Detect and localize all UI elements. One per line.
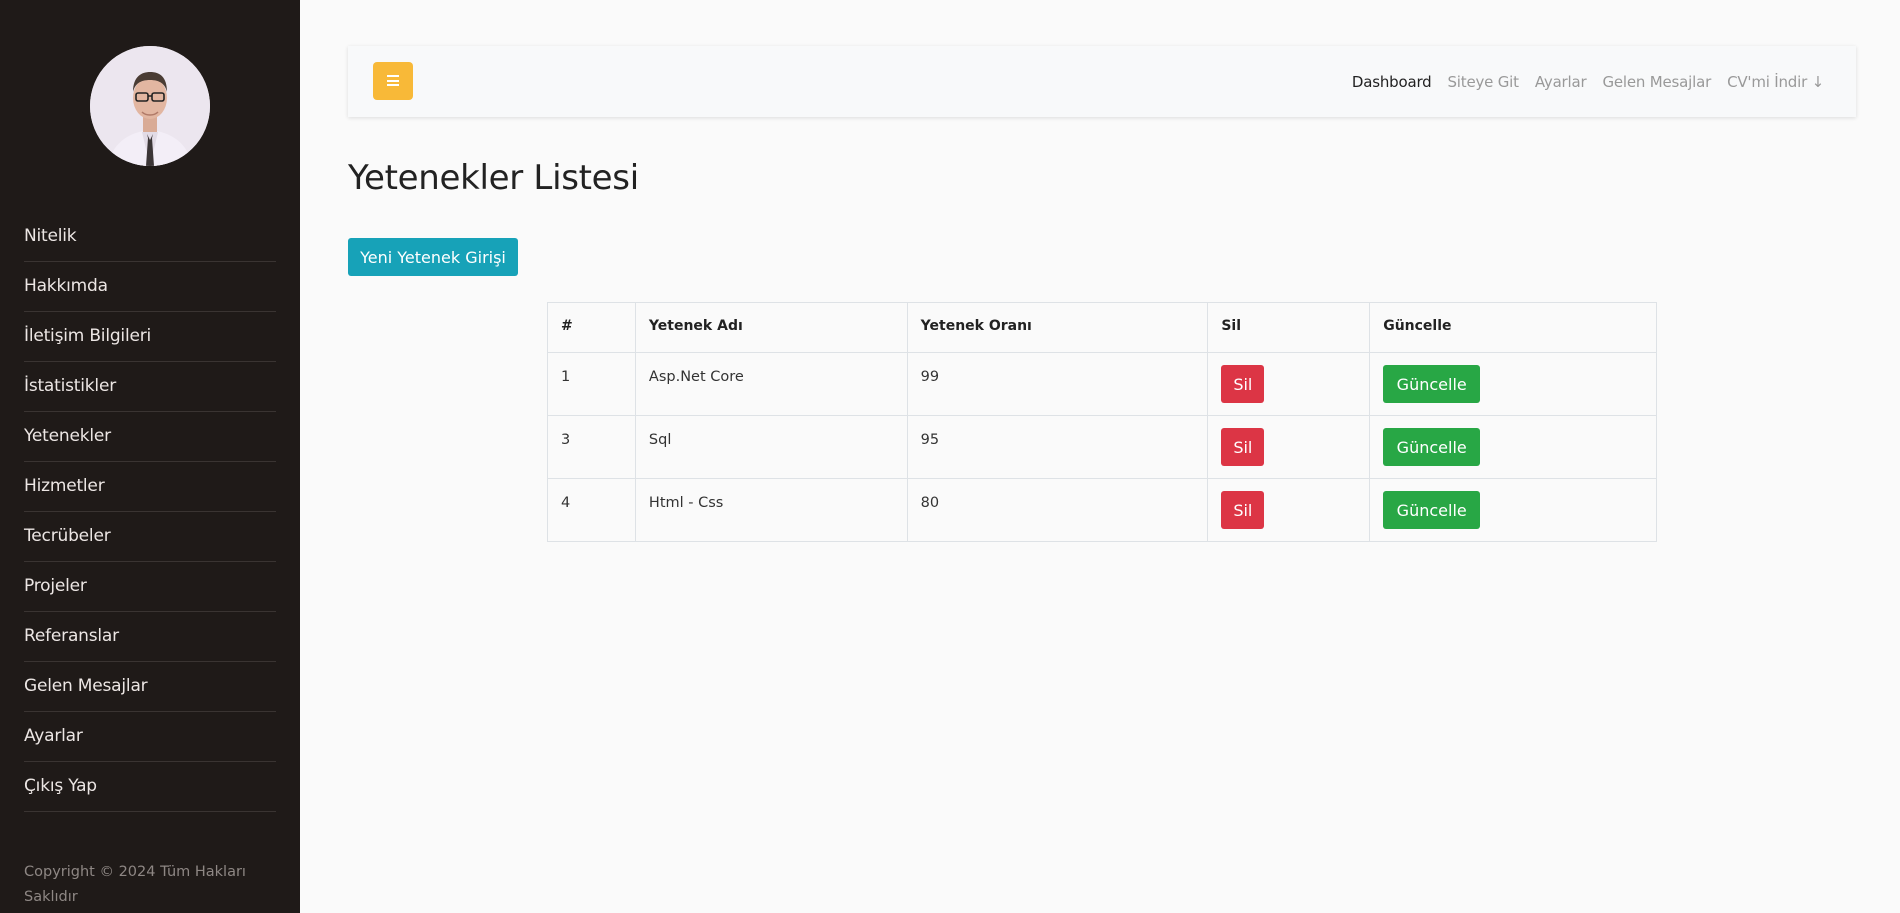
- sidebar-item-referanslar[interactable]: Referanslar: [24, 612, 276, 662]
- column-header-id: #: [547, 302, 636, 353]
- table-header-row: # Yetenek Adı Yetenek Oranı Sil Güncelle: [547, 302, 1657, 353]
- update-button[interactable]: Güncelle: [1383, 428, 1481, 466]
- cell-update: Güncelle: [1369, 415, 1657, 479]
- copyright-text: Copyright © 2024 Tüm Hakları Saklıdır: [24, 864, 246, 905]
- cell-update: Güncelle: [1369, 352, 1657, 416]
- delete-button[interactable]: Sil: [1221, 365, 1265, 403]
- sidebar-item-tecrubeler[interactable]: Tecrübeler: [24, 512, 276, 562]
- skills-table: # Yetenek Adı Yetenek Oranı Sil Güncelle…: [547, 302, 1657, 542]
- cell-id: 1: [547, 352, 636, 416]
- top-link-siteye-git[interactable]: Siteye Git: [1447, 73, 1519, 91]
- hamburger-icon: [387, 75, 399, 87]
- cell-skill-name: Sql: [634, 415, 908, 479]
- sidebar-item-yetenekler[interactable]: Yetenekler: [24, 412, 276, 462]
- sidebar: Nitelik Hakkımda İletişim Bilgileri İsta…: [0, 0, 300, 913]
- sidebar-toggle-button[interactable]: [373, 62, 413, 100]
- sidebar-item-nitelik[interactable]: Nitelik: [24, 212, 276, 262]
- delete-button[interactable]: Sil: [1221, 428, 1265, 466]
- cell-delete: Sil: [1207, 478, 1371, 542]
- top-link-ayarlar[interactable]: Ayarlar: [1535, 73, 1587, 91]
- cell-id: 4: [547, 478, 636, 542]
- delete-button[interactable]: Sil: [1221, 491, 1265, 529]
- cell-skill-rate: 99: [906, 352, 1209, 416]
- top-link-cv-indir[interactable]: CV'mi İndir ↓: [1727, 73, 1824, 91]
- table-row: 4 Html - Css 80 Sil Güncelle: [547, 478, 1657, 542]
- sidebar-item-istatistikler[interactable]: İstatistikler: [24, 362, 276, 412]
- sidebar-item-hakkimda[interactable]: Hakkımda: [24, 262, 276, 312]
- cell-skill-name: Html - Css: [634, 478, 908, 542]
- sidebar-item-hizmetler[interactable]: Hizmetler: [24, 462, 276, 512]
- sidebar-item-gelen-mesajlar[interactable]: Gelen Mesajlar: [24, 662, 276, 712]
- column-header-name: Yetenek Adı: [634, 302, 908, 353]
- cell-delete: Sil: [1207, 415, 1371, 479]
- sidebar-nav: Nitelik Hakkımda İletişim Bilgileri İsta…: [24, 212, 276, 812]
- update-button[interactable]: Güncelle: [1383, 491, 1481, 529]
- sidebar-item-ayarlar[interactable]: Ayarlar: [24, 712, 276, 762]
- new-skill-button[interactable]: Yeni Yetenek Girişi: [348, 238, 518, 276]
- top-link-gelen-mesajlar[interactable]: Gelen Mesajlar: [1602, 73, 1711, 91]
- top-link-dashboard[interactable]: Dashboard: [1352, 73, 1432, 91]
- page-title: Yetenekler Listesi: [348, 158, 639, 198]
- cell-update: Güncelle: [1369, 478, 1657, 542]
- cell-skill-rate: 95: [906, 415, 1209, 479]
- cell-id: 3: [547, 415, 636, 479]
- top-navbar: Dashboard Siteye Git Ayarlar Gelen Mesaj…: [348, 46, 1856, 117]
- table-row: 3 Sql 95 Sil Güncelle: [547, 415, 1657, 479]
- sidebar-item-iletisim-bilgileri[interactable]: İletişim Bilgileri: [24, 312, 276, 362]
- cell-skill-rate: 80: [906, 478, 1209, 542]
- column-header-rate: Yetenek Oranı: [906, 302, 1209, 353]
- sidebar-item-projeler[interactable]: Projeler: [24, 562, 276, 612]
- cell-delete: Sil: [1207, 352, 1371, 416]
- table-row: 1 Asp.Net Core 99 Sil Güncelle: [547, 352, 1657, 416]
- profile-photo: [90, 46, 210, 166]
- column-header-update: Güncelle: [1369, 302, 1657, 353]
- avatar: [90, 46, 210, 166]
- update-button[interactable]: Güncelle: [1383, 365, 1481, 403]
- cell-skill-name: Asp.Net Core: [634, 352, 908, 416]
- sidebar-item-cikis-yap[interactable]: Çıkış Yap: [24, 762, 276, 812]
- column-header-delete: Sil: [1207, 302, 1371, 353]
- top-nav-links: Dashboard Siteye Git Ayarlar Gelen Mesaj…: [1352, 46, 1824, 117]
